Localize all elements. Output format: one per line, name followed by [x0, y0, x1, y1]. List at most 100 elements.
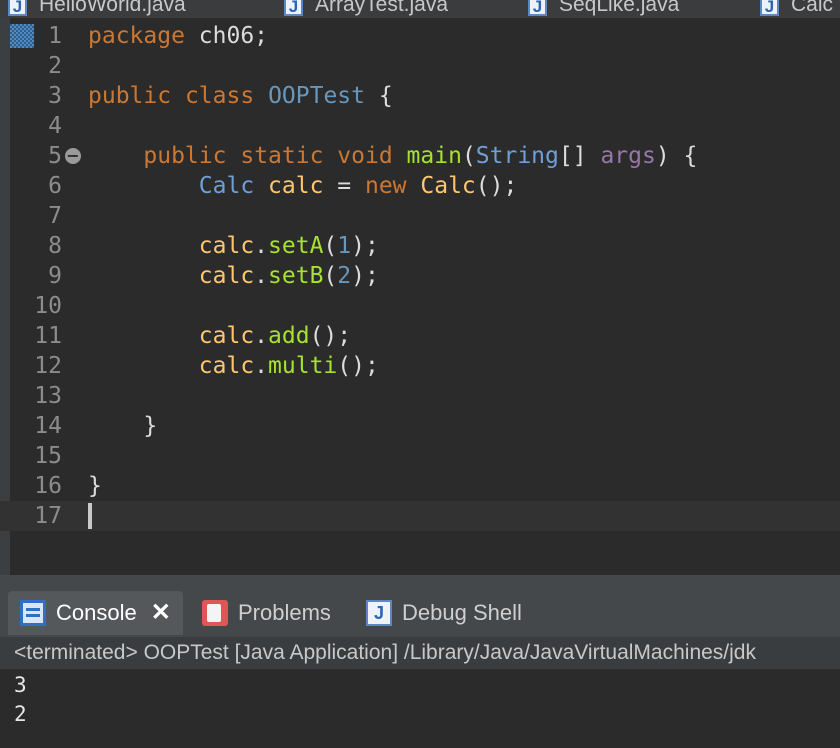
code-token: } [88, 413, 158, 439]
code-line[interactable]: 6 Calc calc = new Calc(); [0, 171, 840, 201]
line-number: 16 [34, 473, 62, 499]
code-line[interactable]: 7 [0, 201, 840, 231]
code-line[interactable]: 10 [0, 291, 840, 321]
code-token: public [88, 83, 172, 109]
code-token: = [323, 173, 365, 199]
code-token: . [254, 323, 269, 349]
editor-tab-label: HelloWorld.java [39, 0, 186, 16]
code-line[interactable]: 11 calc.add(); [0, 321, 840, 351]
code-line[interactable]: 17 [0, 501, 840, 531]
code-text: } [88, 411, 157, 441]
code-token: . [254, 233, 269, 259]
line-number: 13 [34, 383, 62, 409]
code-token: package [88, 23, 185, 49]
code-token: calc [198, 233, 255, 259]
code-text: calc.setA(1); [88, 231, 379, 261]
console-output[interactable]: 3 2 [14, 671, 27, 729]
code-token: . [254, 353, 269, 379]
line-number: 15 [34, 443, 62, 469]
code-token: ( [323, 263, 338, 289]
code-line[interactable]: 4 [0, 111, 840, 141]
code-text: calc.multi(); [88, 351, 379, 381]
fold-collapse-icon[interactable]: − [65, 148, 81, 164]
line-number: 8 [48, 233, 62, 259]
editor-tab-label: Calc [791, 0, 834, 16]
code-token: { [365, 83, 393, 109]
code-text: Calc calc = new Calc(); [88, 171, 518, 201]
code-token: (); [337, 353, 379, 379]
code-line[interactable]: 3 public class OOPTest { [0, 81, 840, 111]
code-token: args [600, 143, 656, 169]
code-token: setB [268, 263, 324, 289]
line-number: 6 [48, 173, 62, 199]
line-number: 7 [48, 203, 62, 229]
line-number: 4 [48, 113, 62, 139]
code-line[interactable]: 12 calc.multi(); [0, 351, 840, 381]
code-token: ); [351, 263, 379, 289]
bottom-panel: Console ✕ Problems J Debug Shell <termin… [0, 575, 840, 748]
line-number: 10 [34, 293, 62, 319]
code-token: . [254, 263, 269, 289]
close-icon[interactable]: ✕ [151, 601, 171, 625]
java-file-icon: J [284, 0, 303, 16]
code-token: ) { [655, 143, 698, 169]
tab-problems-label: Problems [238, 600, 331, 625]
code-token: (); [475, 173, 518, 199]
editor-tab-strip: J HelloWorld.java J ArrayTest.java J Seq… [0, 0, 840, 18]
console-icon [20, 600, 46, 626]
code-text: } [88, 471, 102, 501]
tab-debug-shell[interactable]: J Debug Shell [366, 591, 522, 635]
code-line[interactable]: 9 calc.setB(2); [0, 261, 840, 291]
code-token: main [406, 143, 462, 169]
line-number: 5 [48, 143, 62, 169]
code-line[interactable]: 1 package ch06; [0, 21, 840, 51]
editor-tab-label: ArrayTest.java [315, 0, 449, 16]
editor-tab-helloworld[interactable]: J HelloWorld.java [8, 0, 186, 18]
panel-tab-bar: Console ✕ Problems J Debug Shell [0, 575, 840, 637]
code-line[interactable]: 2 [0, 51, 840, 81]
code-token: ( [461, 143, 476, 169]
code-token: 2 [337, 263, 352, 289]
code-line[interactable]: 16} [0, 471, 840, 501]
editor-tab-label: SeqLike.java [559, 0, 680, 16]
tab-problems[interactable]: Problems [202, 591, 331, 635]
code-token: [] [558, 143, 601, 169]
line-number: 9 [48, 263, 62, 289]
debug-shell-icon: J [366, 600, 392, 626]
editor-tab-seqlike[interactable]: J SeqLike.java [528, 0, 679, 18]
editor-tab-arraytest[interactable]: J ArrayTest.java [284, 0, 448, 18]
code-line[interactable]: 13 [0, 381, 840, 411]
code-text: package ch06; [88, 21, 268, 51]
code-token: calc [268, 173, 324, 199]
line-number: 17 [34, 503, 62, 529]
code-line[interactable]: 5− public static void main(String[] args… [0, 141, 840, 171]
code-line[interactable]: 8 calc.setA(1); [0, 231, 840, 261]
code-line[interactable]: 14 } [0, 411, 840, 441]
tab-console[interactable]: Console ✕ [8, 591, 183, 635]
tab-debug-shell-label: Debug Shell [402, 600, 522, 625]
line-number: 2 [48, 53, 62, 79]
code-text: public static void main(String[] args) { [88, 141, 697, 171]
code-token: calc [198, 323, 255, 349]
line-number: 12 [34, 353, 62, 379]
java-file-icon: J [528, 0, 547, 16]
code-token: Calc [198, 173, 255, 199]
tab-console-label: Console [56, 600, 137, 625]
editor-tab-calc[interactable]: J Calc [760, 0, 833, 18]
code-line[interactable]: 15 [0, 441, 840, 471]
code-token: 1 [337, 233, 352, 259]
code-token: multi [268, 353, 338, 379]
code-token: ( [323, 233, 338, 259]
code-token: Calc [420, 173, 476, 199]
code-editor[interactable]: 1 package ch06; 2 3 public class OOPTest {4 5… [0, 18, 840, 575]
